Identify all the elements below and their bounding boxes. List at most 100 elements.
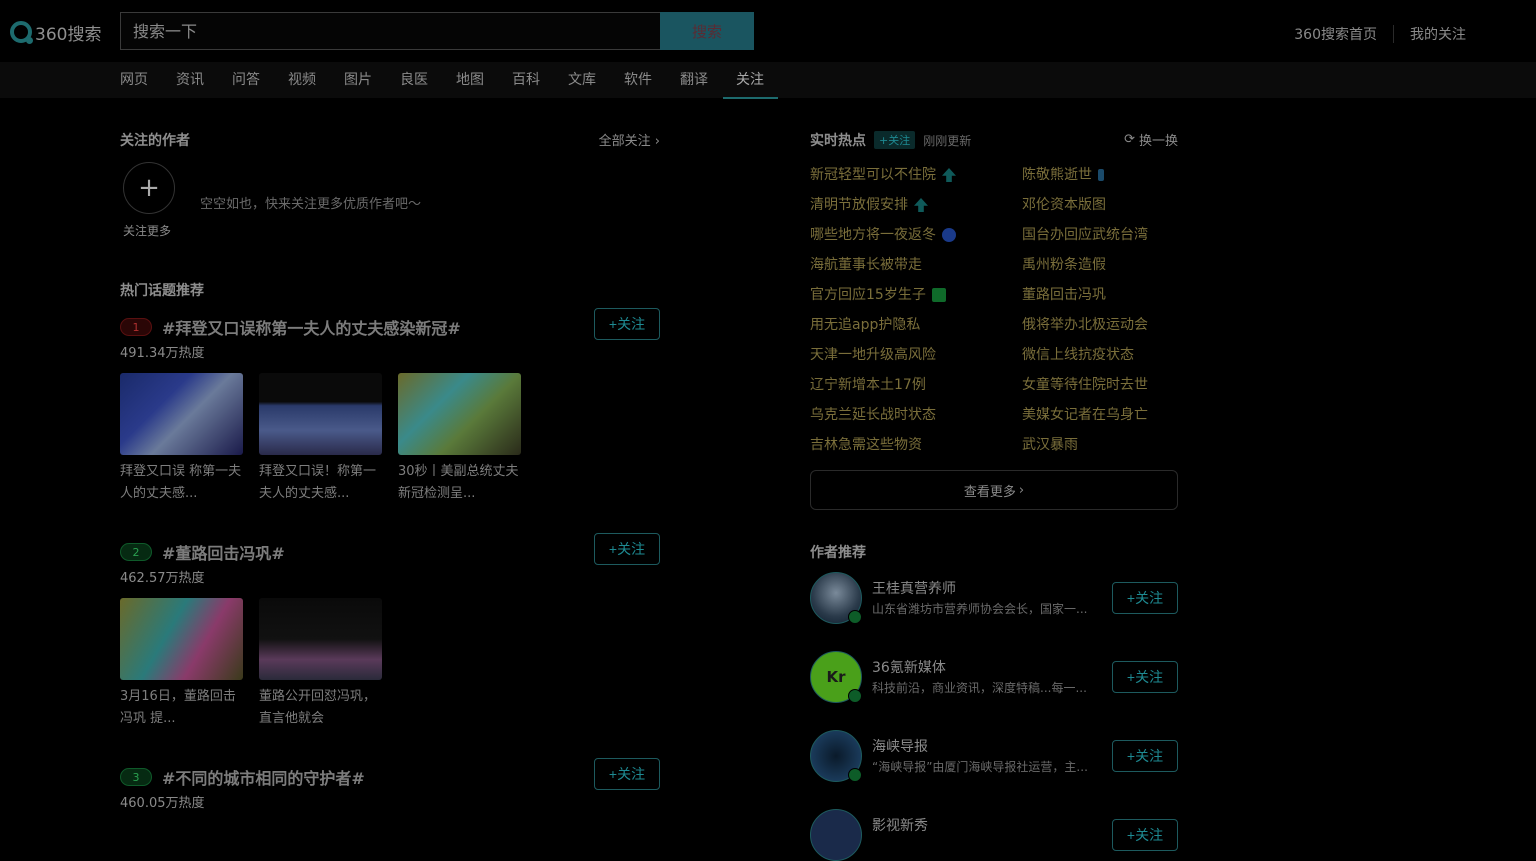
tab-7[interactable]: 百科: [512, 62, 540, 98]
author-desc: “海峡导报”由厦门海峡导报社运营，主...: [872, 760, 1088, 774]
verified-badge-icon: [848, 689, 862, 703]
tab-3[interactable]: 视频: [288, 62, 316, 98]
tab-0[interactable]: 网页: [120, 62, 148, 98]
hot-item[interactable]: 董路回击冯巩: [1022, 280, 1148, 310]
see-more-button[interactable]: 查看更多 ›: [810, 470, 1178, 510]
hot-item-text: 吉林急需这些物资: [810, 437, 922, 453]
rank-badge: 3: [120, 768, 152, 786]
hot-item[interactable]: 禹州粉条造假: [1022, 250, 1148, 280]
hot-item-text: 邓伦资本版图: [1022, 197, 1106, 213]
hot-item[interactable]: 武汉暴雨: [1022, 430, 1148, 460]
tab-4[interactable]: 图片: [344, 62, 372, 98]
hot-item[interactable]: 女童等待住院时去世: [1022, 370, 1148, 400]
chevron-right-icon: ›: [1018, 482, 1025, 498]
hot-item[interactable]: 海航董事长被带走: [810, 250, 956, 280]
realtime-follow-tag[interactable]: +关注: [874, 131, 916, 149]
hot-item[interactable]: 国台办回应武统台湾: [1022, 220, 1148, 250]
hot-item[interactable]: 陈敬熊逝世: [1022, 160, 1148, 190]
hot-item-text: 俄将举办北极运动会: [1022, 317, 1148, 333]
header: 360搜索 搜索 360搜索首页 我的关注: [0, 0, 1536, 62]
topic-name[interactable]: #董路回击冯巩#: [162, 540, 285, 564]
hot-item-text: 官方回应15岁生子: [810, 287, 926, 303]
section-title: 实时热点: [810, 133, 866, 149]
topic-name[interactable]: #拜登又口误称第一夫人的丈夫感染新冠#: [162, 315, 461, 339]
topic-heat: 491.34万热度: [120, 346, 205, 361]
hot-item[interactable]: 官方回应15岁生子: [810, 280, 956, 310]
hot-item[interactable]: 俄将举办北极运动会: [1022, 310, 1148, 340]
follow-button[interactable]: +关注: [1112, 661, 1178, 693]
up-arrow-icon: [942, 168, 956, 182]
tab-6[interactable]: 地图: [456, 62, 484, 98]
tab-2[interactable]: 问答: [232, 62, 260, 98]
news-card[interactable]: 30秒丨美副总统丈夫新冠检测呈...: [398, 373, 521, 505]
hot-item-text: 哪些地方将一夜返冬: [810, 227, 936, 243]
news-caption: 30秒丨美副总统丈夫新冠检测呈...: [398, 464, 519, 501]
follow-button[interactable]: +关注: [594, 758, 660, 790]
empty-tip: 空空如也，快来关注更多优质作者吧～: [200, 197, 422, 212]
hot-topics-title: 热门话题推荐: [120, 283, 204, 299]
news-card[interactable]: 3月16日，董路回击冯巩 提...: [120, 598, 243, 730]
hot-item[interactable]: 微信上线抗疫状态: [1022, 340, 1148, 370]
logo[interactable]: 360搜索: [10, 20, 101, 45]
kr-logo-icon: Kr: [826, 668, 846, 686]
tab-1[interactable]: 资讯: [176, 62, 204, 98]
tab-10[interactable]: 翻译: [680, 62, 708, 98]
search-button[interactable]: 搜索: [660, 12, 754, 50]
hot-item-text: 微信上线抗疫状态: [1022, 347, 1134, 363]
refresh-button[interactable]: ⟳ 换一换: [1124, 130, 1178, 149]
hot-item-text: 董路回击冯巩: [1022, 287, 1106, 303]
hot-item[interactable]: 哪些地方将一夜返冬: [810, 220, 956, 250]
avatar[interactable]: [810, 809, 862, 861]
realtime-list-left: 新冠轻型可以不住院 清明节放假安排哪些地方将一夜返冬海航董事长被带走官方回应15岁…: [810, 160, 956, 460]
hot-item[interactable]: 邓伦资本版图: [1022, 190, 1148, 220]
hot-item[interactable]: 新冠轻型可以不住院: [810, 160, 956, 190]
author-name[interactable]: 影视新秀: [872, 815, 928, 835]
search-input[interactable]: [131, 20, 650, 42]
tab-9[interactable]: 软件: [624, 62, 652, 98]
follow-button[interactable]: +关注: [1112, 582, 1178, 614]
news-caption: 拜登又口误 称第一夫人的丈夫感...: [120, 464, 242, 501]
realtime-list-right: 陈敬熊逝世邓伦资本版图国台办回应武统台湾禹州粉条造假 董路回击冯巩俄将举办北极运动…: [1022, 160, 1148, 460]
hot-item-text: 女童等待住院时去世: [1022, 377, 1148, 393]
news-caption: 拜登又口误！称第一夫人的丈夫感...: [259, 464, 377, 501]
tab-11[interactable]: 关注: [723, 62, 778, 99]
author-name[interactable]: 海峡导报: [872, 736, 928, 756]
hot-item[interactable]: 辽宁新增本土17例: [810, 370, 956, 400]
nav-tabs: 网页 资讯 问答 视频 图片 良医 地图 百科 文库 软件 翻译 关注: [120, 62, 792, 99]
hot-item[interactable]: 清明节放假安排: [810, 190, 956, 220]
home-link[interactable]: 360搜索首页: [1294, 24, 1377, 44]
all-follow-label: 全部关注: [598, 134, 651, 149]
refresh-label: 换一换: [1138, 134, 1178, 149]
hot-item-text: 用无追app护隐私: [810, 317, 921, 333]
hot-item-text: 辽宁新增本土17例: [810, 377, 926, 393]
topic-item: 1 #拜登又口误称第一夫人的丈夫感染新冠# 491.34万热度 +关注 拜登又口…: [120, 308, 660, 505]
topic-name[interactable]: #不同的城市相同的守护者#: [162, 765, 365, 789]
follow-button[interactable]: +关注: [594, 308, 660, 340]
hot-item[interactable]: 乌克兰延长战时状态: [810, 400, 956, 430]
hot-item[interactable]: 天津一地升级高风险: [810, 340, 956, 370]
news-thumbnail: [259, 373, 382, 455]
author-name[interactable]: 36氪新媒体: [872, 657, 946, 677]
hot-item[interactable]: 用无追app护隐私: [810, 310, 956, 340]
add-more-label[interactable]: 关注更多: [123, 222, 171, 239]
hot-item-text: 禹州粉条造假: [1022, 257, 1106, 273]
add-follow-button[interactable]: +: [123, 162, 175, 214]
follow-button[interactable]: +关注: [594, 533, 660, 565]
section-title: 关注的作者: [120, 133, 190, 149]
news-card[interactable]: 董路公开回怼冯巩，直言他就会: [259, 598, 382, 730]
hot-icon: [931, 288, 946, 302]
author-card: 影视新秀 +关注: [810, 809, 1178, 861]
follow-button[interactable]: +关注: [1112, 740, 1178, 772]
news-thumbnail: [259, 598, 382, 680]
search-box: [120, 12, 661, 50]
tab-8[interactable]: 文库: [568, 62, 596, 98]
my-follow-link[interactable]: 我的关注: [1410, 24, 1466, 44]
realtime-header: 实时热点 +关注 刚刚更新 ⟳ 换一换: [810, 130, 1178, 150]
all-follow-link[interactable]: 全部关注 ›: [599, 130, 660, 149]
hot-item[interactable]: 吉林急需这些物资: [810, 430, 956, 460]
news-card[interactable]: 拜登又口误 称第一夫人的丈夫感...: [120, 373, 243, 505]
news-card[interactable]: 拜登又口误！称第一夫人的丈夫感...: [259, 373, 382, 505]
tab-5[interactable]: 良医: [400, 62, 428, 98]
author-name[interactable]: 王桂真营养师: [872, 578, 956, 598]
hot-item[interactable]: 美媒女记者在乌身亡: [1022, 400, 1148, 430]
